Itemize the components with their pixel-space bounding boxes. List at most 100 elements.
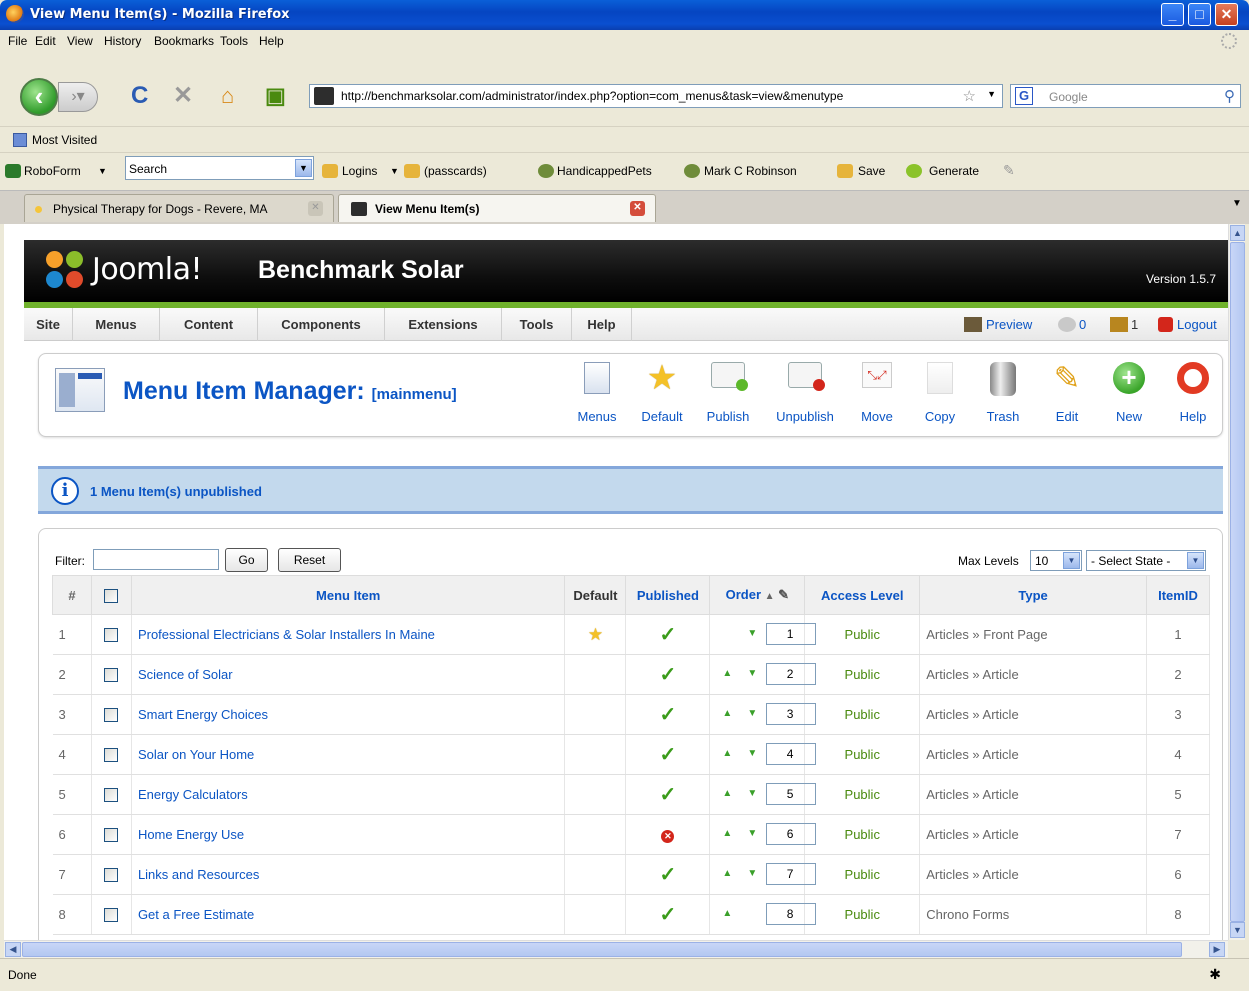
- col-type[interactable]: Type: [919, 575, 1147, 615]
- row-checkbox[interactable]: [104, 748, 119, 763]
- access-level-link[interactable]: Public: [804, 774, 921, 815]
- published-check-icon[interactable]: ✓: [660, 664, 677, 686]
- logout-link[interactable]: Logout: [1177, 317, 1217, 332]
- search-engine-icon[interactable]: G: [1015, 87, 1033, 105]
- roboform-button[interactable]: RoboForm: [24, 164, 81, 178]
- toolbar-new-button[interactable]: + New: [1099, 362, 1159, 432]
- published-check-icon[interactable]: ✓: [660, 704, 677, 726]
- preview-link[interactable]: Preview: [986, 317, 1032, 332]
- order-up-icon[interactable]: ▲: [722, 908, 732, 919]
- menu-item-link[interactable]: Science of Solar: [131, 654, 566, 695]
- menu-tools[interactable]: Tools: [220, 34, 248, 48]
- toolbar-unpublish-button[interactable]: Unpublish: [772, 362, 838, 432]
- row-checkbox[interactable]: [104, 788, 119, 803]
- col-menu-item[interactable]: Menu Item: [130, 575, 566, 615]
- toolbar-default-button[interactable]: ★ Default: [632, 361, 692, 432]
- toolbar-copy-button[interactable]: Copy: [910, 362, 970, 432]
- order-up-icon[interactable]: ▲: [722, 748, 732, 759]
- order-input[interactable]: 2: [766, 663, 817, 685]
- col-published[interactable]: Published: [625, 575, 711, 615]
- access-level-link[interactable]: Public: [804, 854, 921, 895]
- tab-view-menu-items[interactable]: View Menu Item(s) ✕: [338, 194, 656, 222]
- row-checkbox[interactable]: [104, 828, 119, 843]
- max-levels-select[interactable]: 10 ▼: [1030, 550, 1082, 571]
- admin-menu-tools[interactable]: Tools: [502, 308, 572, 341]
- menu-item-link[interactable]: Home Energy Use: [131, 814, 566, 855]
- access-level-link[interactable]: Public: [804, 694, 921, 735]
- row-checkbox[interactable]: [104, 708, 119, 723]
- published-check-icon[interactable]: ✓: [660, 784, 677, 806]
- order-input[interactable]: 5: [766, 783, 817, 805]
- menu-item-link[interactable]: Professional Electricians & Solar Instal…: [131, 614, 566, 655]
- select-all-checkbox[interactable]: [104, 588, 119, 603]
- mark-robinson-button[interactable]: Mark C Robinson: [704, 164, 797, 178]
- tab-list-icon[interactable]: ▼: [1232, 198, 1242, 209]
- horizontal-scrollbar[interactable]: ◀ ▶: [4, 940, 1228, 958]
- vertical-scrollbar[interactable]: ▲ ▼: [1228, 224, 1245, 940]
- order-input[interactable]: 3: [766, 703, 817, 725]
- toolbar-publish-button[interactable]: Publish: [698, 362, 758, 432]
- order-input[interactable]: 7: [766, 863, 817, 885]
- tab-close-icon[interactable]: ✕: [630, 201, 645, 216]
- default-star-icon[interactable]: ★: [588, 625, 603, 644]
- admin-menu-help[interactable]: Help: [572, 308, 632, 341]
- passcards-button[interactable]: (passcards): [424, 164, 487, 178]
- url-text[interactable]: http://benchmarksolar.com/administrator/…: [341, 89, 843, 103]
- roboform-search-input[interactable]: Search ▼: [125, 156, 314, 180]
- row-checkbox[interactable]: [104, 908, 119, 923]
- menu-edit[interactable]: Edit: [35, 34, 56, 48]
- tab-physical-therapy[interactable]: Physical Therapy for Dogs - Revere, MA ✕: [24, 194, 334, 222]
- order-input[interactable]: 6: [766, 823, 817, 845]
- menu-item-link[interactable]: Energy Calculators: [131, 774, 566, 815]
- order-down-icon[interactable]: ▼: [747, 788, 757, 799]
- access-level-link[interactable]: Public: [804, 614, 921, 655]
- admin-menu-site[interactable]: Site: [24, 308, 73, 341]
- scroll-right-icon[interactable]: ▶: [1209, 942, 1225, 957]
- menu-item-link[interactable]: Smart Energy Choices: [131, 694, 566, 735]
- access-level-link[interactable]: Public: [804, 654, 921, 695]
- menu-item-link[interactable]: Links and Resources: [131, 854, 566, 895]
- minimize-button[interactable]: _: [1161, 3, 1184, 26]
- go-button[interactable]: Go: [225, 548, 268, 572]
- admin-menu-components[interactable]: Components: [258, 308, 385, 341]
- menu-bookmarks[interactable]: Bookmarks: [154, 34, 214, 48]
- access-level-link[interactable]: Public: [804, 814, 921, 855]
- published-check-icon[interactable]: ✓: [660, 904, 677, 926]
- url-bar[interactable]: http://benchmarksolar.com/administrator/…: [309, 84, 1003, 108]
- forward-button[interactable]: ›▾: [58, 82, 98, 112]
- order-input[interactable]: 4: [766, 743, 817, 765]
- order-down-icon[interactable]: ▼: [747, 708, 757, 719]
- menu-help[interactable]: Help: [259, 34, 284, 48]
- scroll-down-icon[interactable]: ▼: [1230, 922, 1245, 938]
- col-order[interactable]: Order ▲ ✎: [709, 575, 806, 615]
- save-order-icon[interactable]: ✎: [778, 587, 789, 602]
- toolbar-menus-button[interactable]: Menus: [567, 362, 627, 432]
- order-down-icon[interactable]: ▼: [747, 668, 757, 679]
- order-input[interactable]: 8: [766, 903, 817, 925]
- published-check-icon[interactable]: ✓: [660, 744, 677, 766]
- order-up-icon[interactable]: ▲: [722, 868, 732, 879]
- new-tab-icon[interactable]: ▣: [265, 84, 286, 108]
- toolbar-trash-button[interactable]: Trash: [973, 362, 1033, 432]
- url-dropdown-icon[interactable]: ▼: [987, 89, 996, 99]
- search-icon[interactable]: ⚲: [1224, 87, 1235, 105]
- row-checkbox[interactable]: [104, 668, 119, 683]
- access-level-link[interactable]: Public: [804, 894, 921, 935]
- order-down-icon[interactable]: ▼: [747, 628, 757, 639]
- generate-button[interactable]: Generate: [929, 164, 979, 178]
- admin-menu-extensions[interactable]: Extensions: [385, 308, 502, 341]
- messages-count[interactable]: 0: [1079, 317, 1086, 332]
- horizontal-scroll-thumb[interactable]: [22, 942, 1182, 957]
- menu-item-link[interactable]: Solar on Your Home: [131, 734, 566, 775]
- col-itemid[interactable]: ItemID: [1145, 575, 1211, 615]
- order-down-icon[interactable]: ▼: [747, 748, 757, 759]
- admin-menu-content[interactable]: Content: [160, 308, 258, 341]
- search-box[interactable]: G Google ⚲: [1010, 84, 1241, 108]
- vertical-scroll-thumb[interactable]: [1230, 242, 1245, 922]
- tab-close-icon[interactable]: ✕: [308, 201, 323, 216]
- roboform-dropdown-icon[interactable]: ▼: [98, 166, 107, 176]
- toolbar-edit-button[interactable]: ✎ Edit: [1037, 362, 1097, 432]
- menu-history[interactable]: History: [104, 34, 141, 48]
- order-up-icon[interactable]: ▲: [722, 788, 732, 799]
- logins-button[interactable]: Logins: [342, 164, 377, 178]
